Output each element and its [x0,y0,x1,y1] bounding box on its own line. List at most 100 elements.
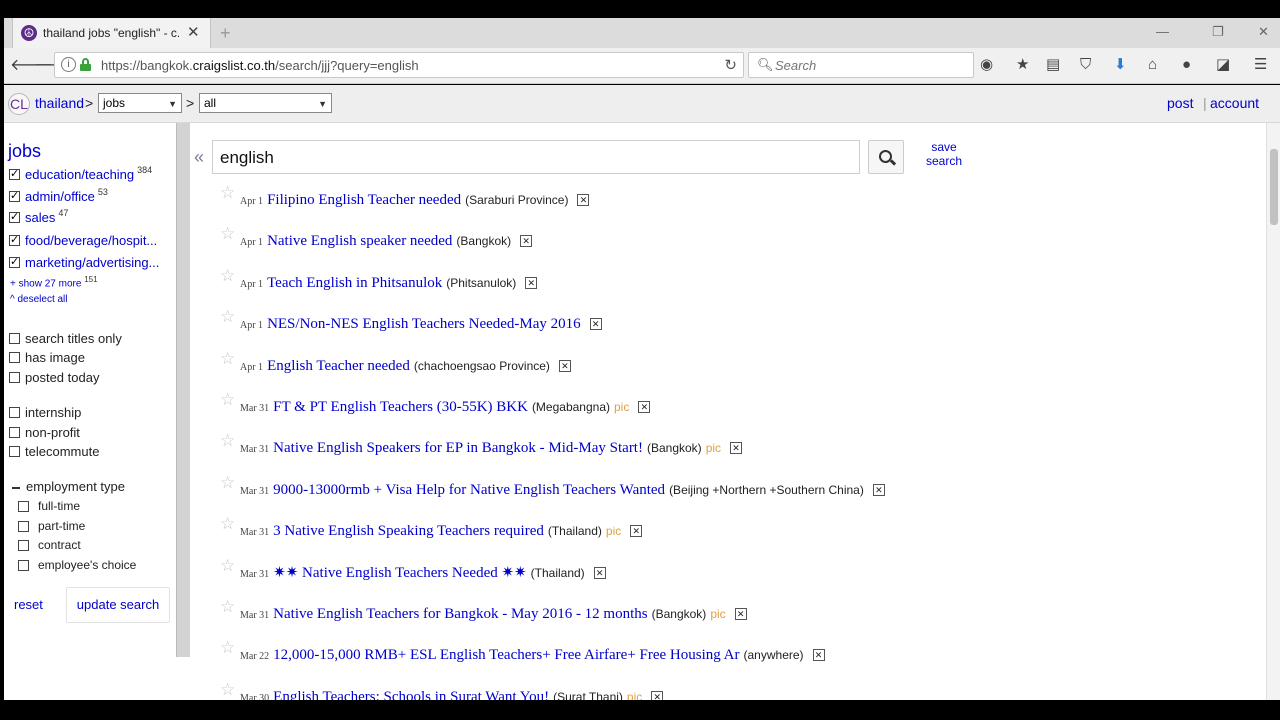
favorite-star-icon[interactable]: ☆ [220,431,240,451]
chat-icon[interactable]: ● [1182,56,1191,74]
checkbox[interactable] [9,333,20,344]
new-tab-icon[interactable]: + [220,24,231,42]
hide-posting-icon[interactable]: ✕ [734,608,747,620]
contract-option[interactable]: contract [18,538,81,552]
employment-type-toggle[interactable]: employment type [12,479,125,494]
category-item-admin[interactable]: admin/office 53 [9,187,108,204]
breadcrumb-area-link[interactable]: thailand [35,95,84,111]
category-item-sales[interactable]: sales 47 [9,208,68,225]
browser-search-box[interactable]: 🔍︎ [748,52,974,78]
show-more-link[interactable]: + show 27 more 151 [10,275,98,289]
result-title-link[interactable]: Native English Teachers for Bangkok - Ma… [273,606,647,623]
result-title-link[interactable]: Native English speaker needed [267,233,452,250]
checkbox[interactable] [9,255,20,268]
collapse-sidebar-icon[interactable]: « [194,147,204,168]
result-title-link[interactable]: 3 Native English Speaking Teachers requi… [273,523,544,540]
favorite-star-icon[interactable]: ☆ [220,638,240,658]
favorite-star-icon[interactable]: ☆ [220,266,240,286]
checkbox[interactable] [9,167,20,180]
favorite-star-icon[interactable]: ☆ [220,307,240,327]
employees-choice-option[interactable]: employee's choice [18,558,136,572]
checkbox[interactable] [9,446,20,457]
checkbox[interactable] [18,500,29,512]
hide-posting-icon[interactable]: ✕ [525,276,538,289]
reset-button[interactable]: reset [14,597,43,612]
result-title-link[interactable]: Native English Speakers for EP in Bangko… [273,440,643,457]
bookmark-star-icon[interactable]: ★ [1016,56,1029,74]
screenshot-icon[interactable]: ◪ [1216,56,1230,74]
hide-posting-icon[interactable]: ✕ [577,194,590,206]
posted-today-option[interactable]: posted today [9,370,99,385]
checkbox[interactable] [9,427,20,438]
category-item-marketing[interactable]: marketing/advertising... [9,255,159,270]
checkbox[interactable] [18,559,29,571]
checkbox[interactable] [18,539,29,551]
favorite-star-icon[interactable]: ☆ [220,556,240,576]
browser-tab[interactable]: ☮ thailand jobs "english" - c... ✕ [12,18,211,48]
save-search-link[interactable]: save search [918,140,970,168]
category-item-education[interactable]: education/teaching 384 [9,165,152,182]
search-engine-globe-icon[interactable]: ◉ [980,56,993,74]
reload-icon[interactable]: ↻ [724,56,737,74]
favorite-star-icon[interactable]: ☆ [220,473,240,493]
pocket-icon[interactable]: ⛉ [1080,56,1091,74]
checkbox[interactable] [9,352,20,363]
scrollbar-thumb[interactable] [1270,149,1278,225]
favorite-star-icon[interactable]: ☆ [220,390,240,410]
non-profit-option[interactable]: non-profit [9,425,80,440]
subcategory-select[interactable]: all ▼ [199,93,332,113]
hide-posting-icon[interactable]: ✕ [558,359,571,372]
download-icon[interactable]: ⬇ [1114,56,1127,74]
checkbox[interactable] [9,372,20,383]
query-box[interactable] [212,140,860,174]
full-time-option[interactable]: full-time [18,499,80,513]
checkbox[interactable] [9,189,20,202]
menu-icon[interactable]: ☰ [1254,56,1267,74]
result-title-link[interactable]: Filipino English Teacher needed [267,192,461,209]
part-time-option[interactable]: part-time [18,519,85,533]
result-title-link[interactable]: 12,000-15,000 RMB+ ESL English Teachers+… [273,647,739,664]
result-title-link[interactable]: English Teacher needed [267,358,410,375]
hide-posting-icon[interactable]: ✕ [872,483,885,496]
hide-posting-icon[interactable]: ✕ [812,649,825,662]
checkbox[interactable] [18,520,29,532]
minimize-icon[interactable]: — [1156,24,1169,39]
url-text[interactable]: https://bangkok.craigslist.co.th/search/… [101,58,419,73]
favorite-star-icon[interactable]: ☆ [220,680,240,700]
restore-icon[interactable]: ❐ [1212,24,1224,40]
post-link[interactable]: post [1167,95,1193,111]
result-title-link[interactable]: FT & PT English Teachers (30-55K) BKK [273,399,528,416]
category-item-food[interactable]: food/beverage/hospit... [9,233,157,248]
has-image-option[interactable]: has image [9,350,85,365]
info-icon[interactable]: i [61,57,76,72]
window-close-icon[interactable]: ✕ [1258,24,1269,40]
result-title-link[interactable]: ✷✷ Native English Teachers Needed ✷✷ [273,563,526,582]
checkbox[interactable] [9,407,20,418]
search-titles-only-option[interactable]: search titles only [9,331,122,346]
favorite-star-icon[interactable]: ☆ [220,349,240,369]
category-select[interactable]: jobs ▼ [98,93,182,113]
craigslist-logo[interactable]: CL [8,93,30,115]
internship-option[interactable]: internship [9,405,81,420]
hide-posting-icon[interactable]: ✕ [638,401,651,413]
result-title-link[interactable]: NES/Non-NES English Teachers Needed-May … [267,316,581,333]
favorite-star-icon[interactable]: ☆ [220,514,240,534]
reading-list-icon[interactable]: ▤ [1046,56,1060,74]
account-link[interactable]: account [1210,95,1259,111]
search-button[interactable] [868,140,904,174]
favorite-star-icon[interactable]: ☆ [220,224,240,244]
hide-posting-icon[interactable]: ✕ [630,525,643,538]
browser-search-input[interactable] [775,56,965,74]
result-title-link[interactable]: English Teachers: Schools in Surat Want … [273,689,549,700]
favorite-star-icon[interactable]: ☆ [220,597,240,617]
result-title-link[interactable]: Teach English in Phitsanulok [267,275,442,292]
hide-posting-icon[interactable]: ✕ [651,690,664,700]
deselect-all-link[interactable]: ^ deselect all [10,294,68,305]
checkbox[interactable] [9,210,20,223]
telecommute-option[interactable]: telecommute [9,444,99,459]
page-scrollbar[interactable] [1266,123,1280,700]
tab-close-icon[interactable]: ✕ [187,25,200,41]
hide-posting-icon[interactable]: ✕ [589,318,602,331]
sidebar-title[interactable]: jobs [8,141,41,162]
hide-posting-icon[interactable]: ✕ [593,566,606,579]
